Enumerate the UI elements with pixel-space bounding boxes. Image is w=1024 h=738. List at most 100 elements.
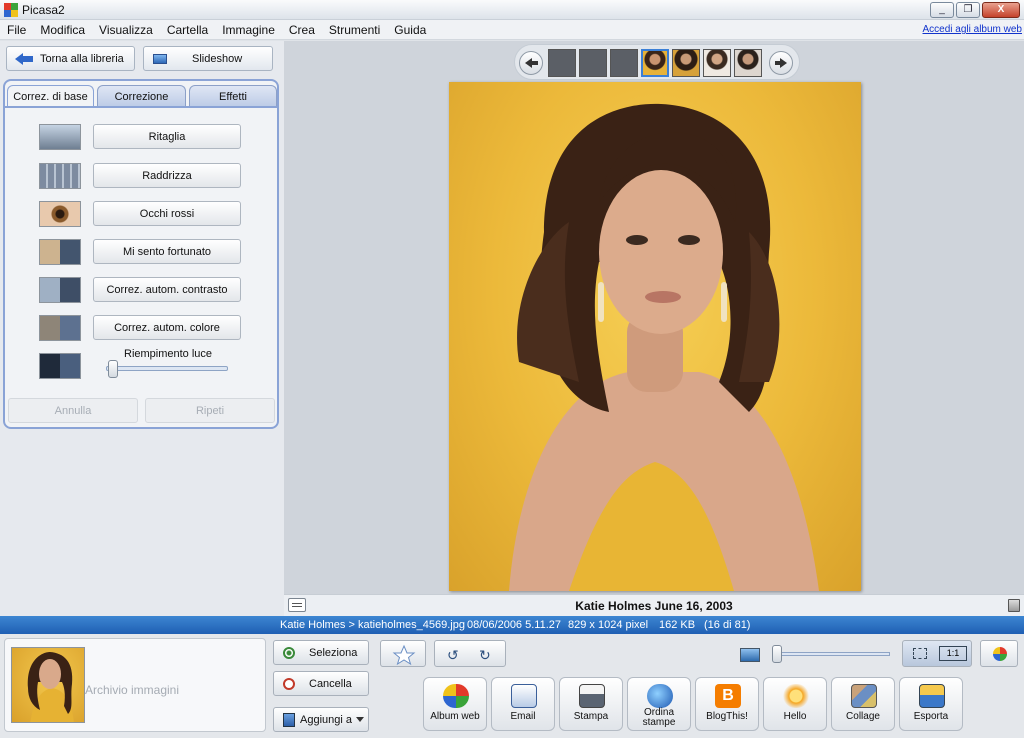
- status-path: Katie Holmes > katieholmes_4569.jpg: [280, 619, 465, 631]
- blogger-icon: B: [715, 684, 741, 708]
- auto-color-button[interactable]: Correz. autom. colore: [93, 315, 241, 340]
- select-button[interactable]: Seleziona: [273, 640, 369, 665]
- add-to-button[interactable]: Aggiungi a: [273, 707, 369, 732]
- title-bar: Picasa2 _ ❐ X: [0, 0, 1024, 20]
- menu-crea[interactable]: Crea: [282, 23, 322, 37]
- filmstrip-thumb-current[interactable]: [641, 49, 669, 77]
- order-prints-button[interactable]: Ordina stampe: [627, 677, 691, 731]
- red-eye-button[interactable]: Occhi rossi: [93, 201, 241, 226]
- zoom-slider-track[interactable]: [774, 652, 890, 656]
- tool-row-crop: Ritaglia: [39, 124, 279, 150]
- view-mode-buttons: 1:1: [902, 640, 972, 667]
- menu-immagine[interactable]: Immagine: [215, 23, 282, 37]
- tool-row-straighten: Raddrizza: [39, 163, 279, 189]
- picasa-button[interactable]: [980, 640, 1018, 667]
- minimize-button[interactable]: _: [930, 2, 954, 18]
- straighten-button[interactable]: Raddrizza: [93, 163, 241, 188]
- menu-modifica[interactable]: Modifica: [33, 23, 92, 37]
- window-title: Picasa2: [22, 2, 65, 17]
- picasa-app-icon: [4, 2, 18, 17]
- filmstrip-thumb[interactable]: [579, 49, 607, 77]
- order-prints-label: Ordina stampe: [642, 707, 676, 728]
- filmstrip-thumb[interactable]: [734, 49, 762, 77]
- rotate-right-icon[interactable]: ↻: [479, 647, 491, 664]
- portrait-illustration: [509, 103, 819, 591]
- tray-thumbnail-portrait: [27, 652, 74, 722]
- fit-view-icon[interactable]: [913, 648, 927, 659]
- photo-viewer: [284, 41, 1024, 594]
- auto-contrast-button[interactable]: Correz. autom. contrasto: [93, 277, 241, 302]
- menu-cartella[interactable]: Cartella: [160, 23, 215, 37]
- tab-effects[interactable]: Effetti: [189, 85, 277, 107]
- filmstrip-thumb[interactable]: [610, 49, 638, 77]
- trash-icon[interactable]: [1008, 599, 1020, 612]
- blogthis-label: BlogThis!: [706, 711, 748, 722]
- menu-file[interactable]: File: [0, 23, 33, 37]
- hello-button[interactable]: Hello: [763, 677, 827, 731]
- export-button[interactable]: Esporta: [899, 677, 963, 731]
- tray-holding-area: Archivio immagini: [4, 638, 266, 732]
- clear-button[interactable]: Cancella: [273, 671, 369, 696]
- status-dimensions: 829 x 1024 pixel: [568, 619, 649, 631]
- photo-tray: Archivio immagini Seleziona Cancella Agg…: [0, 634, 1024, 738]
- globe-icon: [647, 684, 673, 708]
- auto-color-preview-icon: [39, 315, 81, 341]
- straighten-preview-icon: [39, 163, 81, 189]
- maximize-button[interactable]: ❐: [956, 2, 980, 18]
- star-button[interactable]: [380, 640, 426, 667]
- menu-guida[interactable]: Guida: [387, 23, 433, 37]
- collage-button[interactable]: Collage: [831, 677, 895, 731]
- collage-label: Collage: [846, 711, 880, 722]
- undo-button[interactable]: Annulla: [8, 398, 138, 423]
- back-to-library-button[interactable]: Torna alla libreria: [6, 46, 135, 71]
- tray-actions: ↺ ↻ 1:1 Album web Email Stampa Ordina st…: [376, 636, 1024, 736]
- menu-strumenti[interactable]: Strumenti: [322, 23, 387, 37]
- tool-row-redeye: Occhi rossi: [39, 201, 279, 227]
- close-button[interactable]: X: [982, 2, 1020, 18]
- caption-bar: Katie Holmes June 16, 2003: [284, 594, 1024, 616]
- crop-preview-icon: [39, 124, 81, 150]
- rotate-buttons: ↺ ↻: [434, 640, 506, 667]
- rotate-left-icon[interactable]: ↺: [447, 647, 459, 664]
- main-photo: [449, 82, 861, 591]
- edit-tabs: Correz. di base Correzione Effetti Ritag…: [3, 79, 279, 429]
- fill-light-slider-track[interactable]: [106, 366, 228, 371]
- filmstrip: [514, 44, 800, 80]
- slideshow-button[interactable]: Slideshow: [143, 46, 273, 71]
- photo-caption[interactable]: Katie Holmes June 16, 2003: [284, 599, 1024, 613]
- next-photo-arrow-icon[interactable]: [769, 51, 793, 75]
- web-albums-link[interactable]: Accedi agli album web: [923, 24, 1023, 35]
- blogthis-button[interactable]: B BlogThis!: [695, 677, 759, 731]
- web-album-icon: [443, 684, 469, 708]
- hello-label: Hello: [783, 711, 807, 722]
- previous-photo-arrow-icon[interactable]: [519, 51, 543, 75]
- tray-thumbnail[interactable]: [11, 647, 85, 723]
- tab-tuning[interactable]: Correzione: [97, 85, 186, 107]
- zoom-slider-handle[interactable]: [772, 645, 782, 663]
- actual-size-icon[interactable]: 1:1: [939, 646, 967, 661]
- fill-light-label: Riempimento luce: [124, 348, 213, 360]
- fill-light-slider-handle[interactable]: [108, 360, 118, 378]
- hello-icon: [783, 684, 809, 708]
- export-label: Esporta: [913, 711, 949, 722]
- tool-row-lucky: Mi sento fortunato: [39, 239, 279, 265]
- export-icon: [919, 684, 945, 708]
- feeling-lucky-button[interactable]: Mi sento fortunato: [93, 239, 241, 264]
- filmstrip-thumb[interactable]: [672, 49, 700, 77]
- crop-button[interactable]: Ritaglia: [93, 124, 241, 149]
- filmstrip-thumb[interactable]: [548, 49, 576, 77]
- filmstrip-thumb[interactable]: [703, 49, 731, 77]
- add-to-label: Aggiungi a: [300, 713, 352, 726]
- web-album-button[interactable]: Album web: [423, 677, 487, 731]
- album-icon: [283, 712, 295, 727]
- print-button[interactable]: Stampa: [559, 677, 623, 731]
- tab-divider: [5, 106, 277, 108]
- back-to-library-label: Torna alla libreria: [40, 52, 124, 65]
- star-icon: [392, 644, 416, 666]
- tool-row-contrast: Correz. autom. contrasto: [39, 277, 279, 303]
- menu-bar: File Modifica Visualizza Cartella Immagi…: [0, 20, 1024, 40]
- tab-basic-fixes[interactable]: Correz. di base: [7, 85, 95, 107]
- menu-visualizza[interactable]: Visualizza: [92, 23, 160, 37]
- redo-button[interactable]: Ripeti: [145, 398, 275, 423]
- email-button[interactable]: Email: [491, 677, 555, 731]
